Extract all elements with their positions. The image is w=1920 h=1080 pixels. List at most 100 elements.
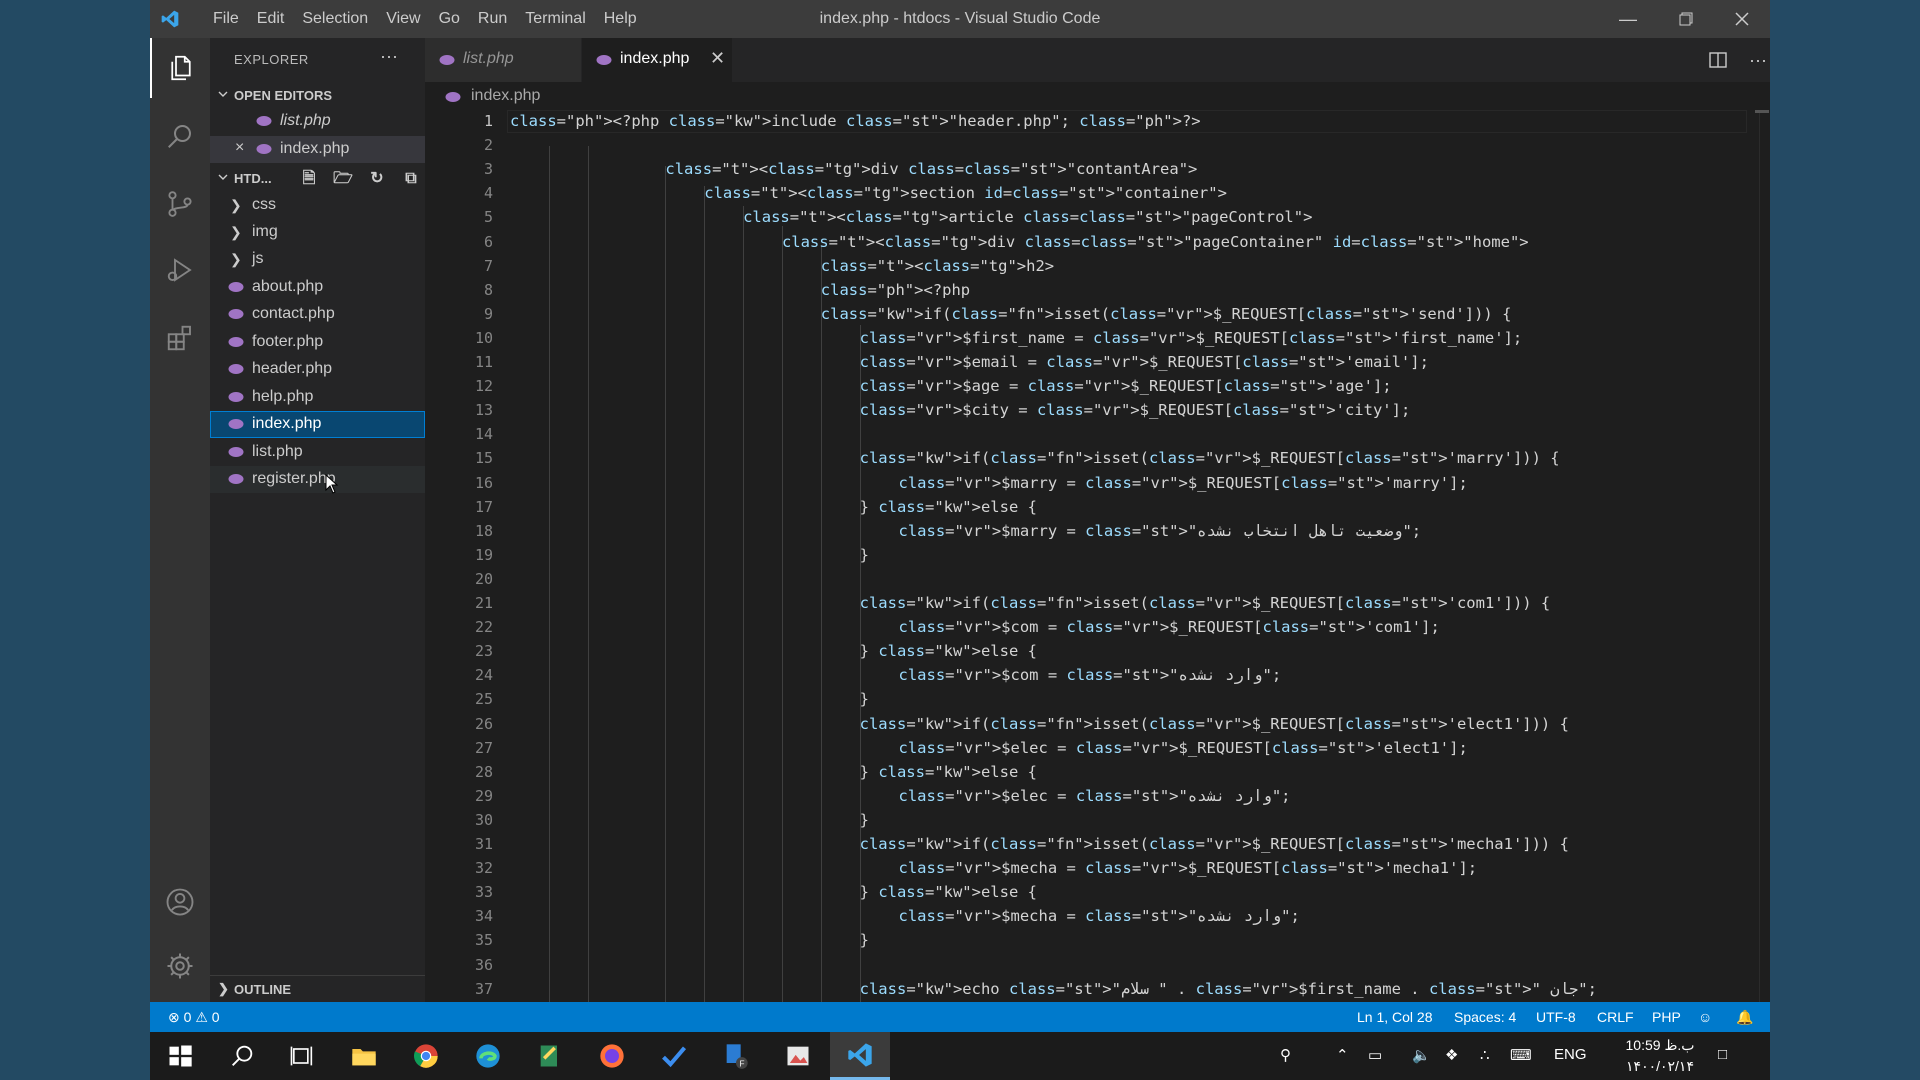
file-item-help[interactable]: help.php — [210, 384, 425, 411]
vscode-taskbar-icon[interactable] — [830, 1032, 890, 1080]
people-icon[interactable]: ⚲ — [1280, 1046, 1291, 1064]
folder-icon — [352, 1049, 376, 1066]
line-number: 2 — [483, 136, 493, 155]
dropbox-icon[interactable]: ❖ — [1445, 1046, 1458, 1064]
taskbar-search-button[interactable] — [212, 1032, 272, 1080]
line-number: 6 — [483, 232, 493, 251]
svg-text:F: F — [740, 1060, 745, 1069]
open-editor-item[interactable]: × index.php — [210, 136, 425, 163]
menu-selection[interactable]: Selection — [293, 0, 377, 38]
explorer-more-actions-button[interactable]: ··· — [380, 46, 398, 67]
notifications-bell-icon[interactable]: 🔔 — [1736, 1009, 1753, 1026]
tab-list-php[interactable]: list.php — [425, 38, 581, 82]
file-item-about[interactable]: about.php — [210, 274, 425, 301]
clock-time: 10:59 ب.ظ — [1625, 1037, 1695, 1053]
menu-view[interactable]: View — [377, 0, 429, 38]
chrome-taskbar-icon[interactable] — [396, 1032, 456, 1080]
editor-more-actions-button[interactable]: ··· — [1742, 38, 1770, 82]
code-line: class="t"><class="tg">h2> — [820, 256, 1055, 275]
encoding[interactable]: UTF-8 — [1536, 1009, 1576, 1025]
refresh-icon[interactable]: ↻ — [360, 167, 394, 191]
indentation[interactable]: Spaces: 4 — [1454, 1009, 1516, 1025]
extensions-activity-button[interactable] — [150, 308, 210, 368]
code-line: class="vr">$email = class="vr">$_REQUEST… — [859, 353, 1429, 371]
folder-item-img[interactable]: ❯ img — [210, 219, 425, 246]
php-file-icon — [228, 419, 244, 429]
tab-label: list.php — [463, 50, 514, 67]
menu-go[interactable]: Go — [430, 0, 469, 38]
scrollbar-track[interactable] — [1759, 110, 1760, 1002]
code-line: class="vr">$age = class="vr">$_REQUEST[c… — [859, 377, 1392, 396]
explorer-activity-button[interactable] — [150, 38, 210, 98]
collapse-all-icon[interactable]: ⧉ — [394, 167, 428, 191]
line-number: 25 — [474, 690, 493, 709]
code-editor[interactable]: 1 2 3 4 5 6 7 8 9 10 11 12 13 14 15 16 17 18 19 20 21 22 23 24 2… — [425, 110, 1770, 1002]
task-view-button[interactable] — [272, 1032, 332, 1080]
restore-button[interactable] — [1658, 0, 1714, 38]
error-icon: ⊗ — [168, 1009, 180, 1025]
split-editor-button[interactable] — [1702, 38, 1734, 82]
notepad-taskbar-icon[interactable] — [520, 1032, 580, 1080]
document-taskbar-icon[interactable]: F — [706, 1032, 766, 1080]
wifi-icon[interactable]: ∴ — [1480, 1046, 1490, 1064]
menu-file[interactable]: File — [204, 0, 248, 38]
run-debug-activity-button[interactable] — [150, 240, 210, 300]
open-editor-item[interactable]: list.php — [210, 108, 425, 135]
split-editor-icon — [1709, 52, 1727, 68]
source-control-activity-button[interactable] — [150, 174, 210, 234]
outline-header[interactable]: ❯ OUTLINE — [210, 978, 425, 1002]
search-icon — [232, 1045, 253, 1066]
problems-indicator[interactable]: ⊗ 0 ⚠ 0 — [168, 1009, 220, 1026]
breadcrumb-file[interactable]: index.php — [471, 87, 540, 105]
menu-run[interactable]: Run — [469, 0, 516, 38]
start-button[interactable] — [150, 1032, 210, 1080]
battery-icon[interactable]: ▭ — [1368, 1046, 1382, 1064]
menu-help[interactable]: Help — [595, 0, 646, 38]
file-item-contact[interactable]: contact.php — [210, 301, 425, 328]
open-editors-header[interactable]: OPEN EDITORS — [210, 84, 425, 108]
new-folder-icon[interactable]: 🗁 — [326, 167, 360, 191]
accounts-activity-button[interactable] — [150, 872, 210, 932]
search-activity-button[interactable] — [150, 106, 210, 166]
firefox-icon — [600, 1044, 624, 1068]
folder-item-css[interactable]: ❯ css — [210, 192, 425, 219]
cursor-position[interactable]: Ln 1, Col 28 — [1357, 1009, 1433, 1025]
manage-activity-button[interactable] — [150, 936, 210, 996]
language-mode[interactable]: PHP — [1652, 1009, 1681, 1025]
firefox-taskbar-icon[interactable] — [582, 1032, 642, 1080]
file-item-register[interactable]: register.php — [210, 466, 425, 494]
volume-icon[interactable]: 🔈 — [1412, 1046, 1431, 1064]
action-center-icon[interactable]: □ — [1718, 1046, 1727, 1063]
feedback-icon[interactable]: ☺ — [1698, 1009, 1712, 1025]
tab-index-php[interactable]: index.php ✕ — [582, 38, 732, 82]
todo-taskbar-icon[interactable] — [644, 1032, 704, 1080]
edge-taskbar-icon[interactable] — [458, 1032, 518, 1080]
minimize-button[interactable]: — — [1600, 0, 1656, 38]
php-file-icon — [228, 364, 244, 374]
close-editor-icon[interactable]: × — [235, 139, 244, 157]
workspace-folder-header[interactable]: HTD... 🗎 🗁 ↻ ⧉ — [210, 167, 425, 191]
keyboard-icon[interactable]: ⌨ — [1510, 1046, 1532, 1064]
file-explorer-taskbar-icon[interactable] — [334, 1032, 394, 1080]
close-window-button[interactable] — [1714, 0, 1770, 38]
file-item-index[interactable]: index.php — [210, 411, 425, 438]
clock[interactable]: 10:59 ب.ظ ۱۴۰۰/۰۲/۱۴ — [1615, 1035, 1705, 1077]
file-item-footer[interactable]: footer.php — [210, 329, 425, 356]
close-tab-icon[interactable]: ✕ — [710, 48, 725, 69]
code-line: } — [859, 810, 869, 829]
photo-app-taskbar-icon[interactable] — [768, 1032, 828, 1080]
code-line: class="vr">$elec = class="vr">$_REQUEST[… — [898, 738, 1468, 757]
new-file-icon[interactable]: 🗎 — [292, 167, 326, 191]
end-of-line[interactable]: CRLF — [1597, 1009, 1634, 1025]
menu-edit[interactable]: Edit — [248, 0, 294, 38]
line-number: 21 — [474, 594, 493, 612]
file-item-header[interactable]: header.php — [210, 356, 425, 383]
file-item-list[interactable]: list.php — [210, 439, 425, 466]
code-line: class="t"><class="tg">section id=class="… — [704, 184, 1227, 203]
chevron-up-icon[interactable]: ⌃ — [1336, 1046, 1349, 1064]
scrollbar-thumb[interactable] — [1755, 110, 1769, 113]
language-indicator[interactable]: ENG — [1554, 1046, 1587, 1063]
editor-tabs: list.php index.php ✕ ··· — [425, 38, 1770, 82]
folder-item-js[interactable]: ❯ js — [210, 246, 425, 273]
menu-terminal[interactable]: Terminal — [516, 0, 594, 38]
